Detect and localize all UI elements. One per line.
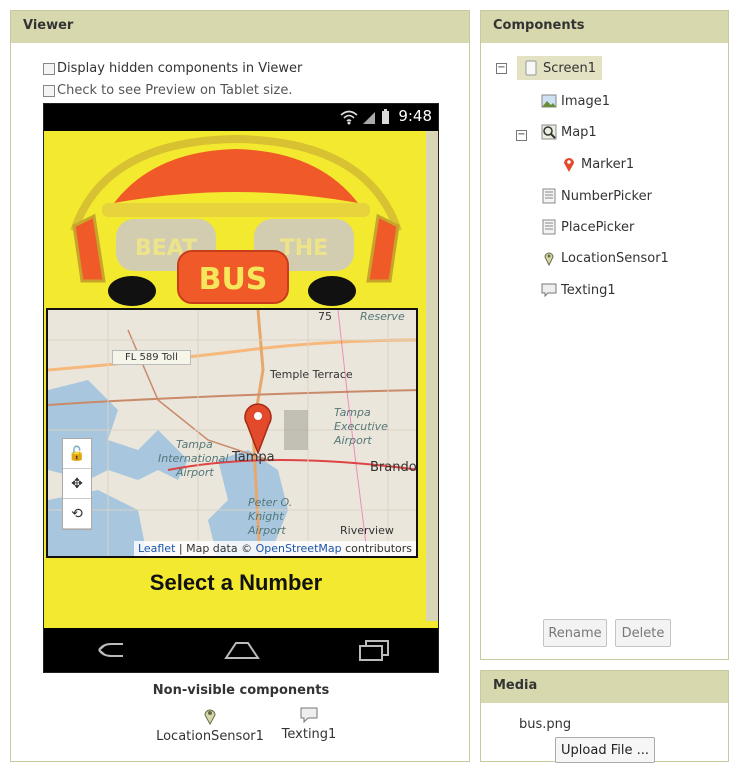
tablet-preview-checkbox[interactable] xyxy=(43,84,55,97)
tree-label-locationsensor1: LocationSensor1 xyxy=(561,250,669,266)
battery-icon xyxy=(382,109,389,124)
map-label-temple-terrace: Temple Terrace xyxy=(270,368,353,381)
select-number-button[interactable]: Select a Number xyxy=(44,570,428,596)
status-icons xyxy=(340,109,390,125)
viewer-title: Viewer xyxy=(11,11,469,43)
media-file-bus[interactable]: bus.png xyxy=(519,717,571,732)
map-label-intl-2: International xyxy=(158,452,229,465)
tablet-preview-checkbox-row[interactable]: Check to see Preview on Tablet size. xyxy=(43,83,292,98)
screen1-collapse-icon[interactable]: − xyxy=(496,63,507,74)
tree-label-numberpicker: NumberPicker xyxy=(561,188,652,204)
map-label-brandon: Brando xyxy=(370,460,417,475)
phone-preview: 9:48 BEAT THE BUS FL 589 Toll 75 Reserve… xyxy=(43,103,439,673)
tree-label-placepicker: PlacePicker xyxy=(561,219,635,235)
map-label-exec-1: Tampa xyxy=(334,406,371,419)
non-visible-texting[interactable]: Texting1 xyxy=(269,707,349,742)
recents-icon[interactable] xyxy=(354,636,394,664)
map-view[interactable]: FL 589 Toll 75 Reserve Temple Terrace Ta… xyxy=(46,308,418,558)
map-label-riverview: Riverview xyxy=(340,524,394,537)
map-label-reserve: Reserve xyxy=(360,310,405,323)
screen-icon xyxy=(525,60,537,76)
tree-item-image1[interactable]: Image1 xyxy=(541,93,610,109)
map-label-intl-1: Tampa xyxy=(176,438,213,451)
reset-rotation-icon[interactable]: ⟲ xyxy=(63,499,91,529)
rename-button[interactable]: Rename xyxy=(543,619,607,647)
map-label-peter-2: Knight xyxy=(248,510,284,523)
home-icon[interactable] xyxy=(222,636,262,664)
tree-item-texting1[interactable]: Texting1 xyxy=(541,282,616,298)
map-label-toll: FL 589 Toll xyxy=(112,350,191,365)
map1-collapse-icon[interactable]: − xyxy=(516,130,527,141)
tree-item-numberpicker[interactable]: NumberPicker xyxy=(541,188,652,204)
non-visible-location-sensor[interactable]: LocationSensor1 xyxy=(155,707,265,744)
tree-item-placepicker[interactable]: PlacePicker xyxy=(541,219,634,235)
leaflet-link[interactable]: Leaflet xyxy=(138,542,175,555)
map-label-exec-3: Airport xyxy=(334,434,372,447)
non-visible-title: Non-visible components xyxy=(152,683,330,698)
media-panel: Media bus.png Upload File ... xyxy=(480,670,729,763)
delete-button[interactable]: Delete xyxy=(615,619,671,647)
wifi-icon xyxy=(340,110,358,125)
map-label-peter-3: Airport xyxy=(248,524,286,537)
speech-bubble-icon xyxy=(300,707,318,723)
display-hidden-label: Display hidden components in Viewer xyxy=(57,61,303,76)
tablet-preview-label: Check to see Preview on Tablet size. xyxy=(57,83,293,98)
components-panel: Components − Screen1 Image1 − Map1 Marke… xyxy=(480,10,729,660)
non-visible-location-label: LocationSensor1 xyxy=(156,729,264,744)
speech-bubble-icon xyxy=(541,283,557,298)
osm-link[interactable]: OpenStreetMap xyxy=(256,542,342,555)
tree-label-map1: Map1 xyxy=(561,124,597,140)
signal-icon xyxy=(363,112,375,124)
tree-item-locationsensor1[interactable]: LocationSensor1 xyxy=(541,250,669,266)
status-time: 9:48 xyxy=(398,107,432,125)
phone-status-bar: 9:48 xyxy=(44,104,438,131)
bus-image: BEAT THE BUS xyxy=(70,134,402,306)
bus-text-bus: BUS xyxy=(199,262,268,297)
image-icon xyxy=(541,94,557,108)
location-pin-icon xyxy=(204,709,216,725)
components-title: Components xyxy=(481,11,728,43)
phone-nav-bar xyxy=(44,628,438,672)
map-marker-icon[interactable] xyxy=(244,402,272,454)
display-hidden-checkbox-row[interactable]: Display hidden components in Viewer xyxy=(43,61,302,76)
list-picker-icon xyxy=(542,188,556,204)
map-label-peter-1: Peter O. xyxy=(248,496,293,509)
media-title: Media xyxy=(481,671,728,703)
location-pin-icon xyxy=(544,252,554,266)
map-controls: 🔓 ✥ ⟲ xyxy=(62,438,92,530)
tree-label-texting1: Texting1 xyxy=(561,282,616,298)
back-icon[interactable] xyxy=(90,636,130,664)
tree-item-map1[interactable]: Map1 xyxy=(541,124,597,140)
attribution-mid: | Map data © xyxy=(175,542,256,555)
display-hidden-checkbox[interactable] xyxy=(43,62,55,75)
tree-item-screen1[interactable]: Screen1 xyxy=(517,56,602,80)
map-label-exec-2: Executive xyxy=(334,420,388,433)
bus-text-the: THE xyxy=(280,236,328,261)
map-attribution: Leaflet | Map data © OpenStreetMap contr… xyxy=(133,541,416,556)
pan-icon[interactable]: ✥ xyxy=(63,469,91,499)
list-picker-icon xyxy=(542,219,556,235)
non-visible-texting-label: Texting1 xyxy=(281,727,337,742)
attribution-end: contributors xyxy=(341,542,412,555)
map-icon xyxy=(541,124,557,140)
tree-label-image1: Image1 xyxy=(561,93,610,109)
tree-label-screen1: Screen1 xyxy=(543,60,596,76)
upload-file-button[interactable]: Upload File ... xyxy=(555,737,655,763)
unlock-icon[interactable]: 🔓 xyxy=(63,439,91,469)
map-label-intl-3: Airport xyxy=(176,466,214,479)
tree-label-marker1: Marker1 xyxy=(581,156,635,172)
viewer-panel: Viewer Display hidden components in View… xyxy=(10,10,470,762)
marker-icon xyxy=(564,158,574,172)
map-label-route: 75 xyxy=(318,310,332,323)
tree-item-marker1[interactable]: Marker1 xyxy=(561,156,634,172)
